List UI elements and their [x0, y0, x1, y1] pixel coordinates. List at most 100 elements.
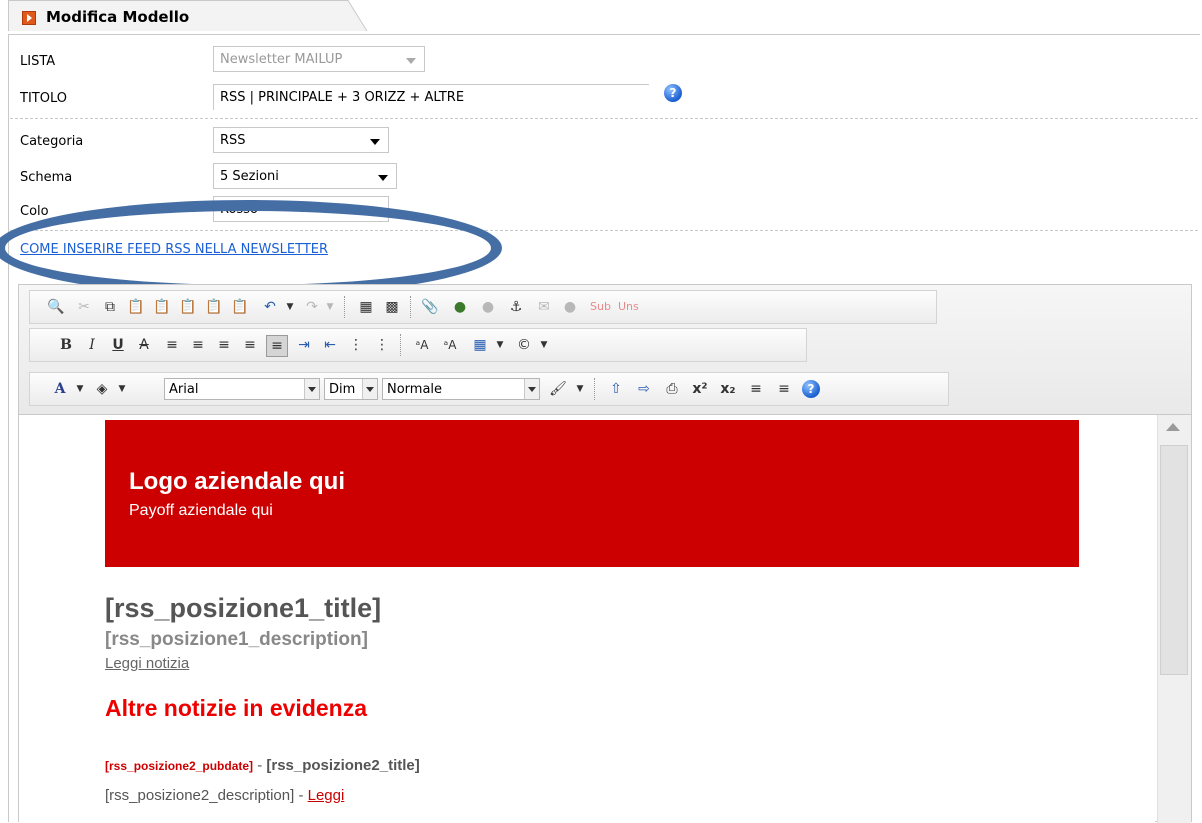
- lista-select[interactable]: Newsletter MAILUP: [213, 46, 425, 72]
- paste-html-icon[interactable]: 📋: [204, 297, 224, 317]
- import-icon[interactable]: ⇧: [606, 379, 626, 399]
- unordered-list-icon[interactable]: ⋮: [372, 335, 392, 355]
- copyright-icon[interactable]: ©: [514, 335, 534, 355]
- rss-description-placeholder: [rss_posizione1_description]: [105, 629, 368, 650]
- highlight-icon[interactable]: ◈: [92, 379, 112, 399]
- link-icon[interactable]: ●: [450, 297, 470, 317]
- editor-toolbars: 🔍 ✂ ⧉ 📋 📋 📋 📋 📋 ↶ ▼ ↷ ▼ ▦ ▩ 📎 ● ● ⚓ ✉ ● …: [19, 285, 1191, 415]
- categoria-value: RSS: [220, 133, 246, 148]
- chevron-down-icon[interactable]: ▼: [570, 379, 590, 399]
- paste-word-icon[interactable]: 📋: [178, 297, 198, 317]
- italic-button[interactable]: I: [82, 335, 102, 355]
- tab-title: Modifica Modello: [46, 8, 190, 26]
- logo-text: Logo aziendale qui: [129, 468, 346, 495]
- separator: [594, 378, 595, 400]
- globe-icon[interactable]: ●: [560, 297, 580, 317]
- indent-icon[interactable]: ⇥: [294, 335, 314, 355]
- header-banner: Logo aziendale qui Payoff aziendale qui: [105, 420, 1079, 567]
- leggi-link[interactable]: Leggi: [308, 787, 345, 804]
- format-brush-icon[interactable]: 🖌: [548, 379, 568, 399]
- redo-icon[interactable]: ↷: [302, 297, 322, 317]
- title-placeholder: [rss_posizione2_title]: [266, 757, 420, 774]
- colore-label: Colo: [20, 204, 49, 219]
- align-left-icon[interactable]: ≡: [162, 335, 182, 355]
- increase-font-icon[interactable]: ᵃA: [412, 335, 432, 355]
- export-icon[interactable]: ⇨: [634, 379, 654, 399]
- bold-button[interactable]: B: [56, 335, 76, 355]
- format-select[interactable]: Normale: [382, 378, 540, 400]
- chevron-down-icon[interactable]: ▼: [112, 379, 132, 399]
- titolo-input[interactable]: RSS | PRINCIPALE + 3 ORIZZ + ALTRE: [213, 84, 649, 110]
- help-icon[interactable]: ?: [802, 380, 820, 398]
- rich-text-editor: 🔍 ✂ ⧉ 📋 📋 📋 📋 📋 ↶ ▼ ↷ ▼ ▦ ▩ 📎 ● ● ⚓ ✉ ● …: [18, 284, 1192, 823]
- format-value: Normale: [387, 382, 443, 397]
- paste-special-icon[interactable]: 📋: [230, 297, 250, 317]
- pubdate-placeholder: [rss_posizione2_pubdate]: [105, 759, 254, 773]
- vertical-scrollbar[interactable]: [1157, 415, 1191, 823]
- lista-label: LISTA: [20, 54, 56, 69]
- outdent-icon[interactable]: ⇤: [320, 335, 340, 355]
- categoria-select[interactable]: RSS: [213, 127, 389, 153]
- superscript-button[interactable]: x²: [690, 379, 710, 399]
- titolo-label: TITOLO: [20, 91, 67, 106]
- chevron-down-icon[interactable]: ▼: [320, 297, 340, 317]
- image-manager-icon[interactable]: ▩: [382, 297, 402, 317]
- find-icon[interactable]: 🔍: [46, 297, 66, 317]
- schema-select[interactable]: 5 Sezioni: [213, 163, 397, 189]
- tab-modifica-modello[interactable]: Modifica Modello: [8, 0, 368, 32]
- font-select[interactable]: Arial: [164, 378, 320, 400]
- subscript-button[interactable]: x₂: [718, 379, 738, 399]
- underline-button[interactable]: U: [108, 335, 128, 355]
- uns-label[interactable]: Uns: [618, 300, 639, 313]
- separator: [400, 334, 401, 356]
- separator-text: -: [294, 787, 308, 804]
- cut-icon[interactable]: ✂: [74, 297, 94, 317]
- undo-icon[interactable]: ↶: [260, 297, 280, 317]
- chevron-down-icon[interactable]: ▼: [70, 379, 90, 399]
- editor-content[interactable]: Logo aziendale qui Payoff aziendale qui …: [19, 415, 1155, 823]
- annotation-oval: [0, 200, 502, 296]
- image-icon[interactable]: ▦: [356, 297, 376, 317]
- toolbar-row-1: 🔍 ✂ ⧉ 📋 📋 📋 📋 📋 ↶ ▼ ↷ ▼ ▦ ▩ 📎 ● ● ⚓ ✉ ● …: [29, 290, 937, 324]
- table-icon[interactable]: ▦: [470, 335, 490, 355]
- divider: [10, 118, 1198, 119]
- line-spacing-icon[interactable]: ≡: [746, 379, 766, 399]
- email-icon[interactable]: ✉: [534, 297, 554, 317]
- attachment-icon[interactable]: 📎: [420, 297, 440, 317]
- separator: [410, 296, 411, 318]
- chevron-down-icon[interactable]: ▼: [490, 335, 510, 355]
- chevron-down-icon[interactable]: ▼: [534, 335, 554, 355]
- chevron-down-icon: [370, 139, 380, 145]
- play-icon: [22, 11, 36, 25]
- chevron-down-icon: [304, 379, 319, 399]
- payoff-text: Payoff aziendale qui: [129, 502, 273, 519]
- chevron-down-icon: [362, 379, 377, 399]
- separator-text: -: [253, 757, 267, 774]
- scroll-up-icon[interactable]: [1166, 423, 1180, 431]
- align-right-icon[interactable]: ≡: [214, 335, 234, 355]
- size-value: Dim: [329, 382, 356, 397]
- chevron-down-icon: [524, 379, 539, 399]
- paragraph-icon[interactable]: ≡: [774, 379, 794, 399]
- sub-label[interactable]: Sub: [590, 300, 611, 313]
- unlink-icon[interactable]: ●: [478, 297, 498, 317]
- chevron-down-icon[interactable]: ▼: [280, 297, 300, 317]
- paste-text-icon[interactable]: 📋: [152, 297, 172, 317]
- toolbar-row-2: B I U A ≡ ≡ ≡ ≡ ≡ ⇥ ⇤ ⋮ ⋮ ᵃA ᵃA ▦ ▼ © ▼: [29, 328, 807, 362]
- copy-icon[interactable]: ⧉: [100, 297, 120, 317]
- help-icon[interactable]: ?: [664, 84, 682, 102]
- size-select[interactable]: Dim: [324, 378, 378, 400]
- chevron-down-icon: [378, 175, 388, 181]
- decrease-font-icon[interactable]: ᵃA: [440, 335, 460, 355]
- leggi-notizia-link[interactable]: Leggi notizia: [105, 655, 189, 672]
- align-center-icon[interactable]: ≡: [188, 335, 208, 355]
- text-color-button[interactable]: A: [50, 379, 70, 399]
- strikethrough-button[interactable]: A: [134, 335, 154, 355]
- print-icon[interactable]: ⎙: [662, 379, 682, 399]
- align-justify-icon[interactable]: ≡: [240, 335, 260, 355]
- align-full-icon[interactable]: ≡: [266, 335, 288, 357]
- scroll-thumb[interactable]: [1160, 445, 1188, 675]
- paste-icon[interactable]: 📋: [126, 297, 146, 317]
- anchor-icon[interactable]: ⚓: [506, 297, 526, 317]
- ordered-list-icon[interactable]: ⋮: [346, 335, 366, 355]
